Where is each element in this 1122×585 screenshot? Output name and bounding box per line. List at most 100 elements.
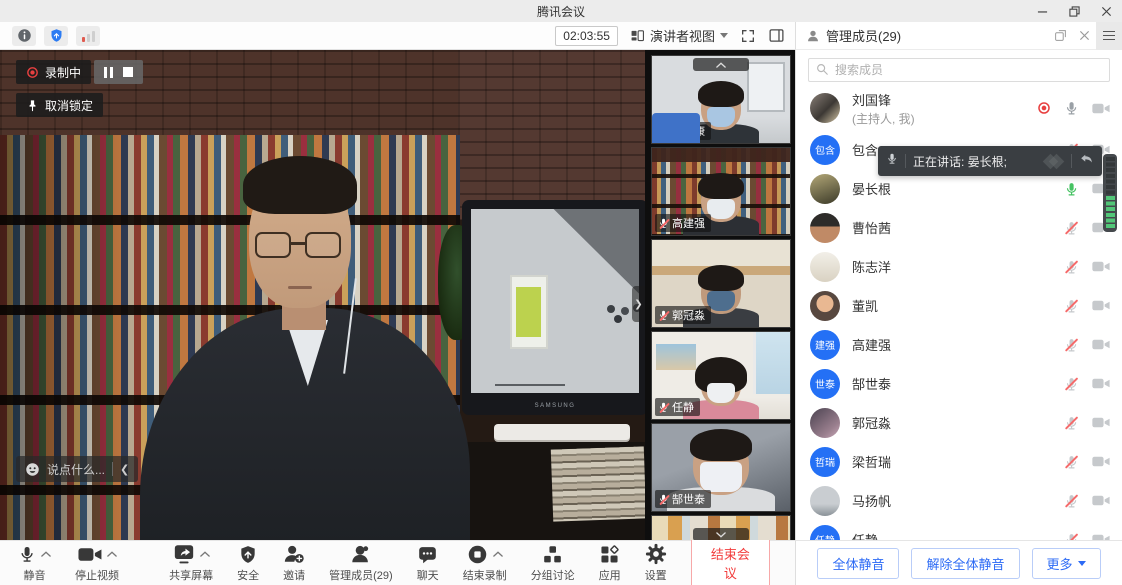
close-icon[interactable] — [1090, 0, 1122, 22]
unmute-all-button[interactable]: 解除全体静音 — [911, 548, 1019, 579]
glasses — [255, 232, 291, 258]
watermark — [1045, 156, 1062, 167]
apps-button[interactable]: 应用 — [599, 543, 621, 583]
video-thumbnail[interactable]: 郭冠淼 — [651, 239, 791, 328]
mic-muted-icon[interactable] — [1064, 376, 1079, 392]
member-row[interactable]: 郭冠淼 — [796, 403, 1122, 442]
video-thumbnail[interactable]: 高建强 — [651, 147, 791, 236]
member-panel-footer: 全体静音 解除全体静音 更多 — [795, 540, 1122, 585]
video-thumbnail[interactable] — [651, 515, 791, 540]
avatar: 哲瑞 — [810, 447, 840, 477]
more-button[interactable]: 更多 — [1032, 548, 1101, 579]
mic-icon[interactable] — [1064, 100, 1079, 116]
member-row[interactable]: 任静 任静 — [796, 520, 1122, 540]
quick-chat-bar[interactable]: 说点什么... ❮ — [16, 456, 138, 482]
mute-button[interactable]: 静音 — [18, 543, 51, 583]
network-signal-icon[interactable] — [76, 26, 100, 46]
member-row[interactable]: 刘国锋 (主持人, 我) — [796, 86, 1122, 130]
end-meeting-button[interactable]: 结束会议 — [691, 537, 770, 585]
mic-muted-icon[interactable] — [1064, 337, 1079, 353]
avatar: 包含 — [810, 135, 840, 165]
member-name: 马扬帆 — [852, 491, 1064, 510]
panel-menu-icon[interactable] — [1096, 22, 1122, 50]
avatar — [810, 252, 840, 282]
reply-arrow-icon[interactable] — [1079, 151, 1094, 171]
side-panel-toggle-icon[interactable] — [768, 27, 785, 44]
pause-recording-button[interactable] — [104, 67, 113, 78]
video-thumbnail[interactable]: 郜世泰 — [651, 423, 791, 512]
camera-icon[interactable] — [1092, 299, 1110, 312]
mute-all-button[interactable]: 全体静音 — [817, 548, 899, 579]
member-row[interactable]: 建强 高建强 — [796, 325, 1122, 364]
video-thumbnail[interactable]: 任静 — [651, 331, 791, 420]
security-button[interactable]: 安全 — [237, 543, 259, 583]
mic-muted-icon[interactable] — [1064, 532, 1079, 541]
view-selector[interactable]: 演讲者视图 — [630, 26, 728, 45]
mic-muted-icon[interactable] — [1064, 493, 1079, 509]
scroll-down-icon[interactable] — [693, 528, 749, 540]
member-row[interactable]: 董凯 — [796, 286, 1122, 325]
member-row[interactable]: 曹怡茜 — [796, 208, 1122, 247]
member-row[interactable]: 哲瑞 梁哲瑞 — [796, 442, 1122, 481]
minimize-button[interactable] — [1026, 0, 1058, 22]
security-shield-icon[interactable] — [44, 26, 68, 46]
member-row[interactable]: 陈志洋 — [796, 247, 1122, 286]
meeting-info-icon[interactable] — [12, 26, 36, 46]
mic-speaking-icon[interactable] — [1064, 181, 1079, 197]
manage-members-button[interactable]: 管理成员(29) — [329, 543, 393, 583]
expand-right-icon[interactable]: ❯ — [632, 286, 645, 322]
mic-muted-icon[interactable] — [1064, 259, 1079, 275]
search-input[interactable] — [808, 58, 1110, 82]
popout-panel-icon[interactable] — [1048, 22, 1072, 50]
avatar: 世泰 — [810, 369, 840, 399]
avatar — [810, 486, 840, 516]
camera-icon[interactable] — [1092, 338, 1110, 351]
mic-muted-icon[interactable] — [1064, 415, 1079, 431]
video-thumbnail[interactable]: 铁继康 — [651, 55, 791, 144]
chevron-up-icon[interactable] — [41, 551, 51, 557]
mic-muted-icon[interactable] — [1064, 298, 1079, 314]
chat-button[interactable]: 聊天 — [417, 543, 439, 583]
camera-icon[interactable] — [1092, 102, 1110, 115]
thumbnail-strip: 铁继康 高建强 郭冠淼 任静 郜世泰 — [645, 50, 795, 540]
avatar: 建强 — [810, 330, 840, 360]
chevron-up-icon[interactable] — [107, 551, 117, 557]
close-panel-icon[interactable] — [1072, 22, 1096, 50]
restore-button[interactable] — [1058, 0, 1090, 22]
invite-button[interactable]: 邀请 — [283, 543, 305, 583]
camera-icon[interactable] — [1092, 377, 1110, 390]
recording-indicator-icon — [1037, 101, 1051, 115]
stop-video-button[interactable]: 停止视频 — [75, 543, 119, 583]
record-dot-icon — [26, 66, 39, 79]
member-panel-title: 管理成员(29) — [826, 26, 901, 45]
member-row[interactable]: 世泰 郜世泰 — [796, 364, 1122, 403]
mic-muted-icon[interactable] — [1064, 220, 1079, 236]
collapse-strip-icon[interactable] — [693, 58, 749, 71]
member-role: (主持人, 我) — [852, 110, 1037, 127]
breakout-rooms-button[interactable]: 分组讨论 — [531, 543, 575, 583]
avatar — [810, 213, 840, 243]
share-screen-button[interactable]: 共享屏幕 — [169, 543, 213, 583]
camera-icon[interactable] — [1092, 260, 1110, 273]
chevron-up-icon[interactable] — [200, 551, 210, 557]
window-title: 腾讯会议 — [537, 3, 585, 20]
main-speaker-video[interactable]: SAMSUNG 录制中 — [0, 50, 645, 540]
unpin-button[interactable]: 取消锁定 — [16, 93, 103, 117]
collapse-left-icon[interactable]: ❮ — [120, 463, 129, 476]
monitor-brand-text: SAMSUNG — [462, 403, 645, 409]
smiley-icon[interactable] — [25, 462, 40, 477]
stop-recording-button[interactable] — [123, 67, 133, 77]
fullscreen-icon[interactable] — [740, 28, 756, 44]
camera-icon[interactable] — [1092, 455, 1110, 468]
settings-button[interactable]: 设置 — [645, 543, 667, 583]
chevron-up-icon[interactable] — [493, 551, 503, 557]
avatar — [810, 93, 840, 123]
camera-icon[interactable] — [1092, 416, 1110, 429]
camera-icon[interactable] — [1092, 533, 1110, 540]
member-row[interactable]: 马扬帆 — [796, 481, 1122, 520]
member-panel: 刘国锋 (主持人, 我) 包含 包含 — [795, 50, 1122, 540]
camera-icon[interactable] — [1092, 494, 1110, 507]
video-stage: SAMSUNG 录制中 — [0, 50, 795, 540]
stop-recording-button[interactable]: 结束录制 — [463, 543, 507, 583]
mic-muted-icon[interactable] — [1064, 454, 1079, 470]
